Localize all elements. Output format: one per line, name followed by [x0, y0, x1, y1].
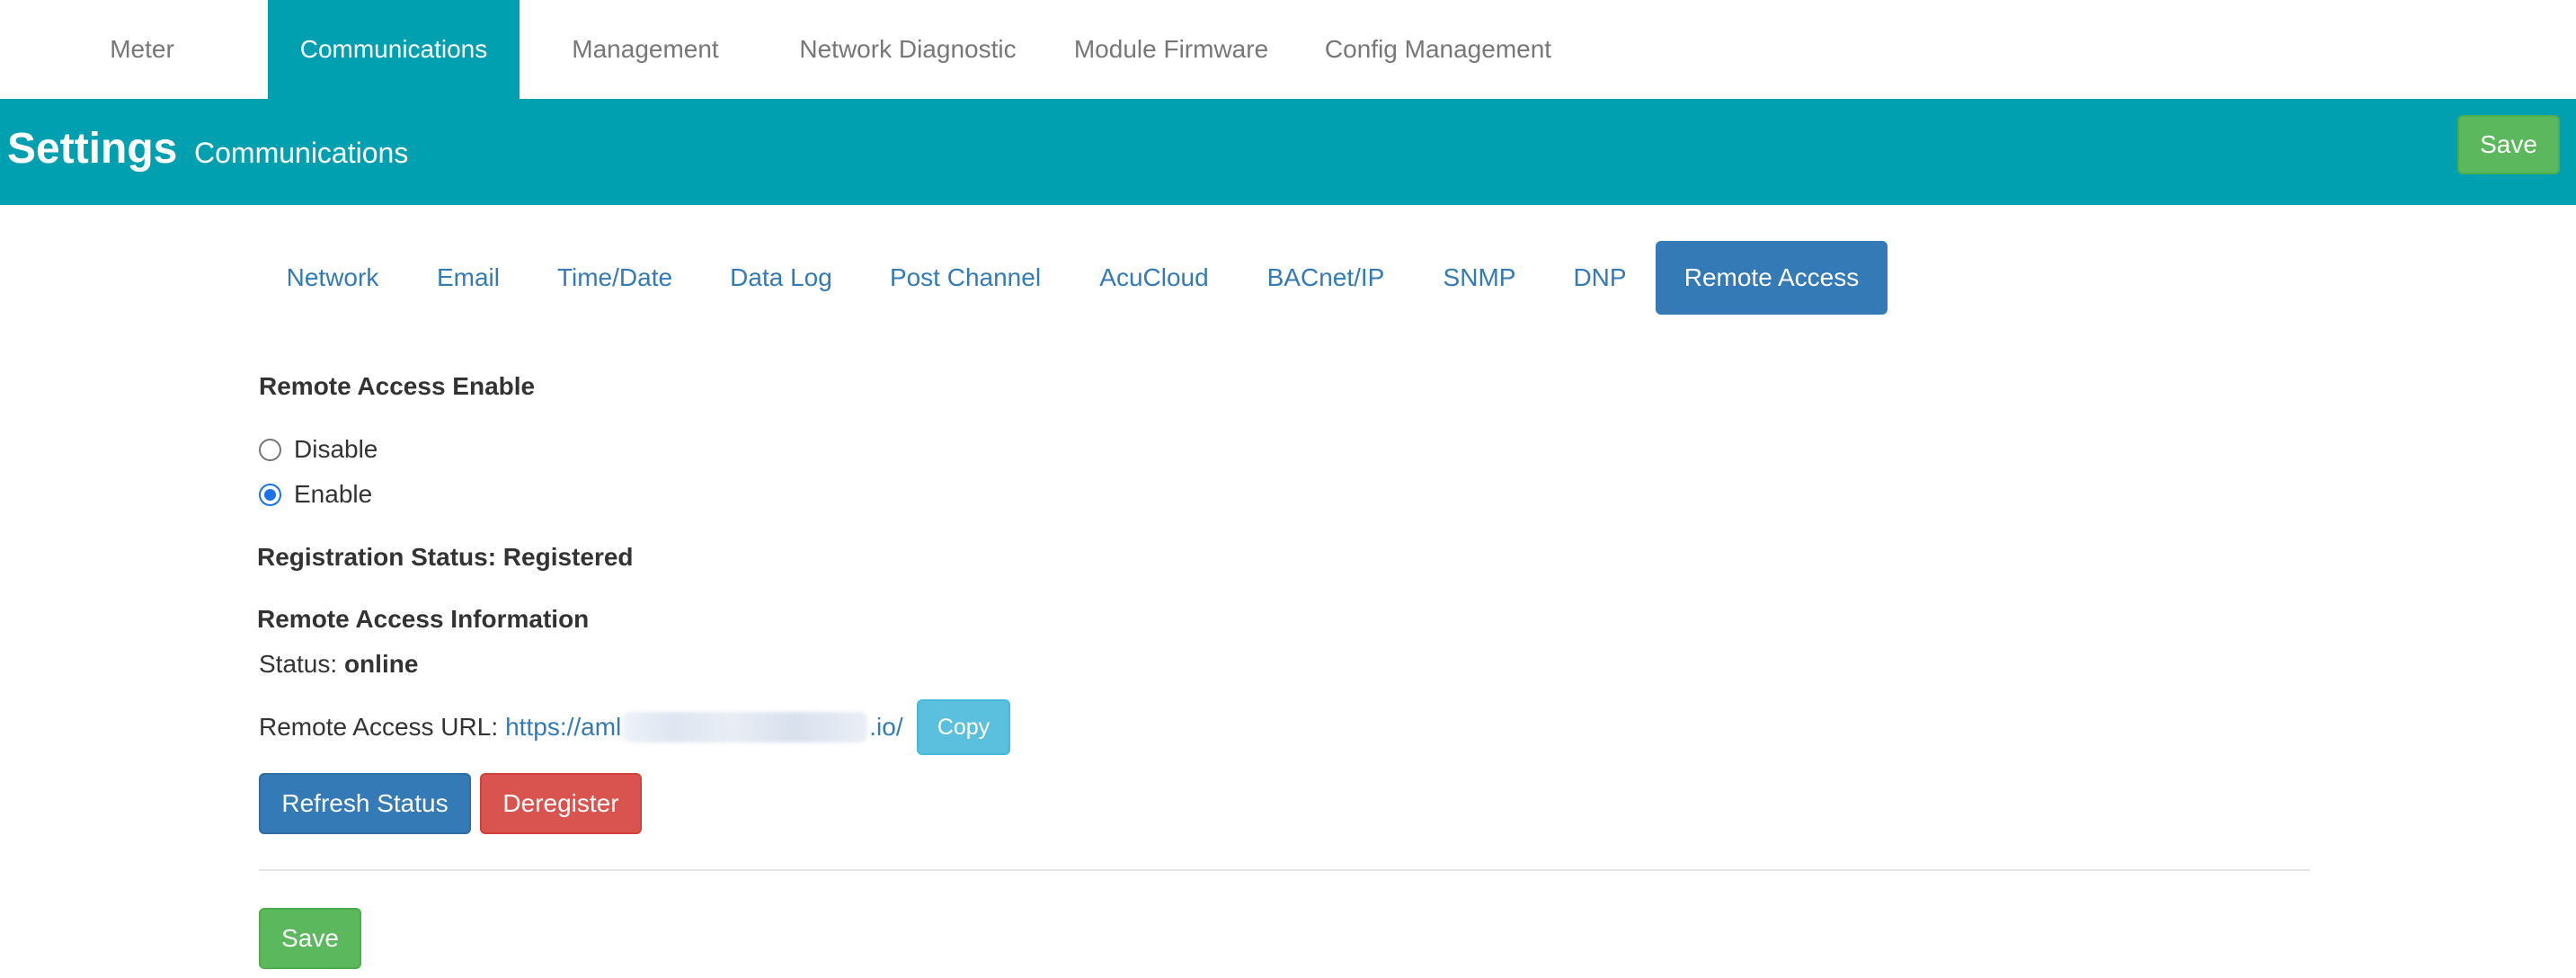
radio-disable-label: Disable: [294, 435, 378, 463]
topnav-module-firmware[interactable]: Module Firmware: [1061, 0, 1282, 99]
tab-time-date[interactable]: Time/Date: [539, 241, 690, 315]
redacted-url-segment: [623, 712, 868, 742]
tab-snmp[interactable]: SNMP: [1427, 241, 1532, 315]
radio-disable-circle[interactable]: [259, 438, 281, 461]
radio-disable[interactable]: Disable: [259, 434, 378, 465]
top-navigation: Meter Communications Management Network …: [0, 0, 2576, 99]
deregister-button[interactable]: Deregister: [480, 773, 642, 834]
topnav-network-diagnostic[interactable]: Network Diagnostic: [782, 0, 1034, 99]
header-save-button[interactable]: Save: [2457, 115, 2560, 174]
copy-url-button[interactable]: Copy: [917, 699, 1010, 755]
status-value: online: [343, 650, 419, 678]
remote-access-url-row: Remote Access URL: https://aml .io/: [259, 709, 903, 745]
remote-access-url-link[interactable]: https://aml .io/: [505, 712, 903, 742]
url-suffix: .io/: [869, 713, 903, 741]
tab-data-log[interactable]: Data Log: [712, 241, 850, 315]
tab-post-channel[interactable]: Post Channel: [872, 241, 1059, 315]
topnav-meter[interactable]: Meter: [54, 0, 230, 99]
url-prefix: https://aml: [505, 713, 622, 741]
tab-bacnet-ip[interactable]: BACnet/IP: [1249, 241, 1402, 315]
refresh-status-button[interactable]: Refresh Status: [259, 773, 471, 834]
topnav-management[interactable]: Management: [554, 0, 737, 99]
radio-enable-circle[interactable]: [259, 483, 281, 506]
status-label: Status:: [259, 650, 338, 678]
tab-dnp[interactable]: DNP: [1555, 241, 1645, 315]
footer-save-button[interactable]: Save: [259, 908, 361, 969]
tab-remote-access[interactable]: Remote Access: [1656, 241, 1888, 315]
tab-acucloud[interactable]: AcuCloud: [1082, 241, 1226, 315]
radio-enable-label: Enable: [294, 480, 373, 508]
status-line: Status: online: [259, 650, 418, 679]
page-title: Settings: [7, 125, 178, 173]
topnav-config-management[interactable]: Config Management: [1314, 0, 1562, 99]
divider: [259, 869, 2310, 871]
tab-network[interactable]: Network: [266, 241, 399, 315]
radio-enable[interactable]: Enable: [259, 479, 372, 510]
settings-header: Settings Communications Save: [0, 99, 2576, 205]
registration-status: Registration Status: Registered: [257, 543, 634, 571]
topnav-communications[interactable]: Communications: [268, 0, 520, 99]
tab-email[interactable]: Email: [419, 241, 518, 315]
remote-access-info-heading: Remote Access Information: [257, 605, 590, 633]
page-subtitle: Communications: [194, 137, 409, 169]
remote-access-enable-heading: Remote Access Enable: [259, 372, 536, 400]
url-label: Remote Access URL:: [259, 713, 499, 741]
